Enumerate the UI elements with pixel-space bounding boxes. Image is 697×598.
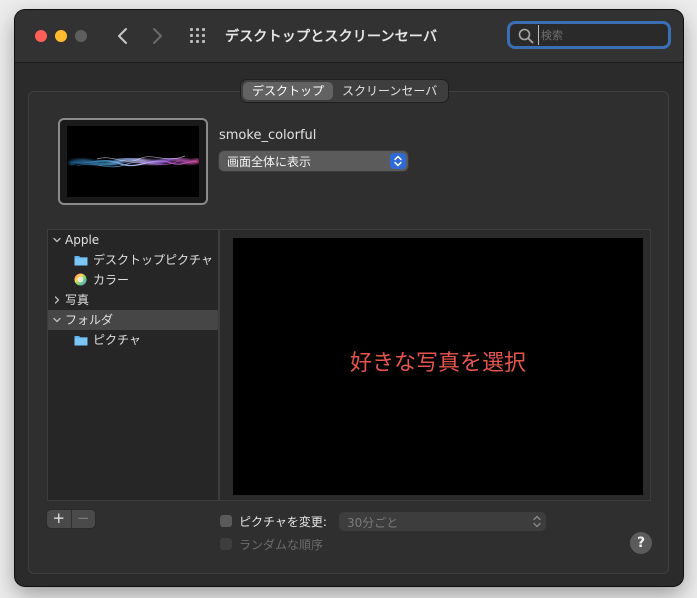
change-picture-checkbox[interactable] <box>220 515 232 527</box>
tab-screen-saver[interactable]: スクリーンセーバ <box>333 82 446 100</box>
color-wheel-icon <box>74 273 87 286</box>
picture-grid-area[interactable]: 好きな写真を選択 <box>233 238 643 495</box>
wallpaper-preview-image <box>67 126 199 197</box>
search-field[interactable] <box>507 21 671 49</box>
close-window-button[interactable] <box>35 30 47 42</box>
tab-desktop[interactable]: デスクトップ <box>243 82 334 100</box>
title-bar: デスクトップとスクリーンセーバ <box>15 10 683 63</box>
search-icon <box>518 28 534 44</box>
sidebar-item-label: デスクトップピクチャ <box>93 253 213 267</box>
random-order-checkbox[interactable] <box>220 538 232 550</box>
sidebar-item-photos[interactable]: 写真 <box>48 290 218 310</box>
show-all-button[interactable] <box>189 27 207 45</box>
preferences-window: デスクトップとスクリーンセーバ デスクトップ スクリーンセーバ <box>15 10 683 586</box>
sidebar-item-label: カラー <box>93 273 130 287</box>
sidebar-item-colors[interactable]: カラー <box>48 270 218 290</box>
help-button[interactable]: ? <box>630 532 652 554</box>
sidebar-item-label: ピクチャ <box>93 333 141 347</box>
add-folder-button[interactable]: + <box>47 510 71 528</box>
search-input[interactable] <box>538 25 665 45</box>
current-wallpaper-thumbnail <box>58 118 208 205</box>
remove-folder-button[interactable]: − <box>70 510 96 528</box>
change-picture-label: ピクチャを変更: <box>239 515 327 529</box>
minimize-window-button[interactable] <box>55 30 67 42</box>
chevron-left-icon <box>118 28 127 44</box>
chevron-down-icon[interactable] <box>53 236 61 244</box>
source-list: Apple デスクトップピクチャ カラー 写真 フォルダ ピクチャ <box>47 229 219 501</box>
chevron-down-icon[interactable] <box>53 316 61 324</box>
window-title: デスクトップとスクリーンセーバ <box>225 29 438 45</box>
sidebar-item-label: 写真 <box>65 293 90 307</box>
picture-browser: 好きな写真を選択 <box>219 229 651 501</box>
wallpaper-name: smoke_colorful <box>219 128 317 143</box>
popup-arrows-icon <box>533 515 541 528</box>
forward-button[interactable] <box>145 24 169 48</box>
sidebar-item-desktop-pictures[interactable]: デスクトップピクチャ <box>48 250 218 270</box>
chevron-right-icon[interactable] <box>53 296 61 304</box>
sidebar-item-apple[interactable]: Apple <box>48 230 218 250</box>
fit-mode-value: 画面全体に表示 <box>227 155 312 169</box>
sidebar-item-folders[interactable]: フォルダ <box>48 310 218 330</box>
interval-value: 30分ごと <box>347 516 399 530</box>
folder-icon <box>74 336 88 346</box>
sidebar-item-label: Apple <box>65 233 100 247</box>
sidebar-item-pictures[interactable]: ピクチャ <box>48 330 218 350</box>
chevron-right-icon <box>153 28 162 44</box>
tab-control: デスクトップ スクリーンセーバ <box>241 80 449 102</box>
fit-mode-popup[interactable]: 画面全体に表示 <box>219 151 408 171</box>
zoom-window-button[interactable] <box>75 30 87 42</box>
interval-popup[interactable]: 30分ごと <box>339 512 546 531</box>
empty-state-message: 好きな写真を選択 <box>349 351 526 376</box>
add-remove-control: + − <box>47 510 95 528</box>
back-button[interactable] <box>111 24 135 48</box>
random-order-label: ランダムな順序 <box>239 538 324 552</box>
folder-icon <box>74 256 88 266</box>
popup-arrows-icon <box>390 153 406 169</box>
sidebar-item-label: フォルダ <box>65 313 114 327</box>
